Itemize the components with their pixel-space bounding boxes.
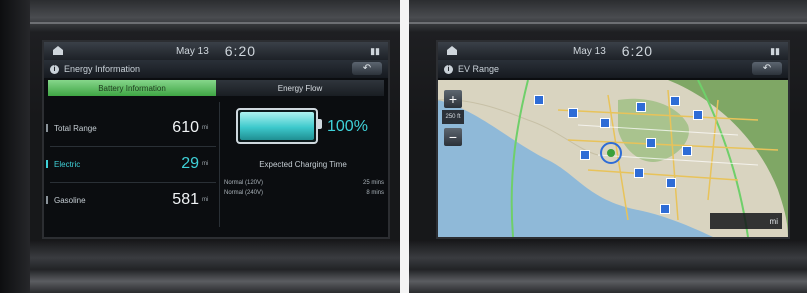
back-button[interactable]: ↶ xyxy=(352,62,382,75)
gasoline-row: Gasoline 581 mi xyxy=(50,190,214,210)
battery-level-fill xyxy=(240,112,314,140)
charging-station-icon[interactable] xyxy=(670,96,680,106)
ev-range-screen: May 13 6:20 ▮▮ i EV Range ↶ + 250 ft − m… xyxy=(436,40,790,239)
status-time: 6:20 xyxy=(224,43,257,59)
tab-energy-flow[interactable]: Energy Flow xyxy=(216,80,384,96)
charging-row: Normal (240V) 8 mins xyxy=(224,190,384,196)
status-time: 6:20 xyxy=(621,43,654,59)
charging-row: Normal (120V) 25 mins xyxy=(224,180,384,186)
bezel-trim xyxy=(0,22,400,24)
page-title: EV Range xyxy=(458,64,500,74)
charging-station-icon[interactable] xyxy=(600,118,610,128)
charging-station-icon[interactable] xyxy=(666,178,676,188)
gasoline-value: 581 xyxy=(172,191,199,208)
charging-time-value: 8 mins xyxy=(366,190,384,196)
status-date: May 13 xyxy=(572,45,606,57)
row-divider xyxy=(50,146,216,147)
bezel-side xyxy=(0,0,30,293)
back-button[interactable]: ↶ xyxy=(752,62,782,75)
charging-station-icon[interactable] xyxy=(534,95,544,105)
signal-icon: ▮▮ xyxy=(370,46,380,56)
row-divider xyxy=(50,182,216,183)
row-marker xyxy=(46,196,48,204)
gasoline-label: Gasoline xyxy=(54,195,86,205)
panel-divider xyxy=(219,102,220,227)
charging-station-icon[interactable] xyxy=(682,146,692,156)
battery-tip xyxy=(318,119,322,129)
electric-unit: mi xyxy=(202,161,209,167)
ev-range-map[interactable]: + 250 ft − mi xyxy=(438,80,788,237)
zoom-out-button[interactable]: − xyxy=(444,128,462,146)
status-date: May 13 xyxy=(175,45,209,57)
map-range-badge: mi xyxy=(710,213,782,229)
charging-time-title: Expected Charging Time xyxy=(259,160,347,169)
zoom-in-button[interactable]: + xyxy=(444,90,462,108)
charging-station-icon[interactable] xyxy=(568,108,578,118)
energy-info-screen: May 13 6:20 ▮▮ i Energy Information ↶ Ba… xyxy=(42,40,390,239)
charging-station-icon[interactable] xyxy=(580,150,590,160)
gasoline-unit: mi xyxy=(202,197,209,203)
bezel-trim xyxy=(409,22,807,24)
home-icon[interactable] xyxy=(446,45,458,55)
total-range-row: Total Range 610 mi xyxy=(50,118,214,138)
status-bar: May 13 6:20 ▮▮ xyxy=(438,42,788,60)
title-bar: i EV Range ↶ xyxy=(438,60,788,78)
battery-percent: 100% xyxy=(327,118,368,135)
map-scale: 250 ft xyxy=(442,110,464,124)
tab-bar: Battery Information Energy Flow xyxy=(48,80,384,96)
tab-battery-information[interactable]: Battery Information xyxy=(48,80,216,96)
title-bar: i Energy Information ↶ xyxy=(44,60,388,78)
charging-mode-label: Normal (240V) xyxy=(224,190,264,196)
total-range-unit: mi xyxy=(202,125,209,131)
battery-info-panel: Total Range 610 mi Electric 29 mi Gasoli… xyxy=(44,96,388,235)
electric-row: Electric 29 mi xyxy=(50,154,214,174)
map-badge-unit: mi xyxy=(769,216,778,226)
home-icon[interactable] xyxy=(52,45,64,55)
info-icon: i xyxy=(50,64,59,74)
charging-station-icon[interactable] xyxy=(636,102,646,112)
charging-station-icon[interactable] xyxy=(646,138,656,148)
battery-icon xyxy=(236,108,322,144)
status-bar: May 13 6:20 ▮▮ xyxy=(44,42,388,60)
ev-range-photo: May 13 6:20 ▮▮ i EV Range ↶ + 250 ft − m… xyxy=(409,0,807,293)
electric-value: 29 xyxy=(181,155,199,172)
charging-station-icon[interactable] xyxy=(693,110,703,120)
page-title: Energy Information xyxy=(64,64,141,74)
info-icon: i xyxy=(444,64,453,74)
electric-label: Electric xyxy=(54,159,81,169)
charging-mode-label: Normal (120V) xyxy=(224,180,264,186)
energy-info-photo: May 13 6:20 ▮▮ i Energy Information ↶ Ba… xyxy=(0,0,400,293)
row-marker xyxy=(46,124,48,132)
signal-icon: ▮▮ xyxy=(770,46,780,56)
total-range-value: 610 xyxy=(172,119,199,136)
charging-time-value: 25 mins xyxy=(362,180,384,186)
row-marker xyxy=(46,160,48,168)
charging-station-icon[interactable] xyxy=(660,204,670,214)
charging-station-icon[interactable] xyxy=(634,168,644,178)
total-range-label: Total Range xyxy=(54,123,97,133)
